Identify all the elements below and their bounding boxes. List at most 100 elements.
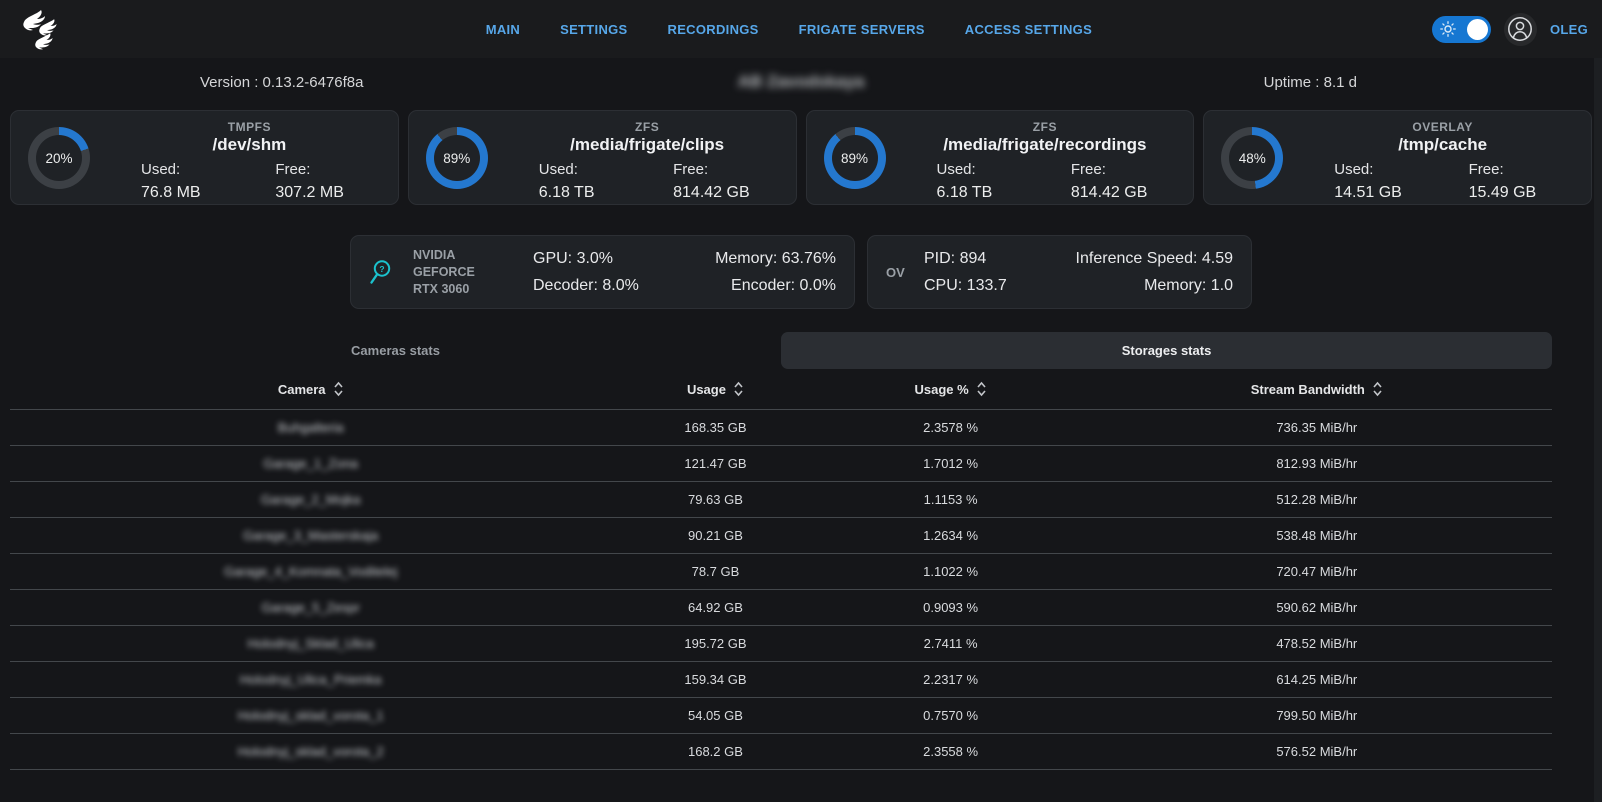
table-row: Garage_4_Komnata_Voditelej 78.7 GB 1.102… [10, 553, 1552, 589]
table-row: Holodnyj_sklad_vorota_2 168.2 GB 2.3558 … [10, 733, 1552, 769]
free-value: 814.42 GB [647, 181, 781, 205]
tab-cameras-stats[interactable]: Cameras stats [10, 332, 781, 369]
nav-right-controls: OLEG [1432, 13, 1588, 46]
nav-item-frigate-servers[interactable]: FRIGATE SERVERS [799, 22, 925, 37]
table-body: Buhgalteria 168.35 GB 2.3578 % 736.35 Mi… [10, 409, 1552, 769]
fs-type-label: ZFS [911, 120, 1180, 134]
free-value: 307.2 MB [249, 181, 383, 205]
usage-pct-cell: 2.3578 % [820, 420, 1082, 435]
used-value: 6.18 TB [513, 181, 647, 205]
usage-pct-cell: 1.7012 % [820, 456, 1082, 471]
username-label[interactable]: OLEG [1550, 22, 1588, 37]
info-row: Version : 0.13.2-6476f8a AB Zavodskaya U… [0, 58, 1602, 106]
bandwidth-cell: 576.52 MiB/hr [1082, 744, 1552, 759]
storage-cards: 20% TMPFS /dev/shm Used: Free: 76.8 MB 3… [10, 110, 1592, 205]
storage-card: 89% ZFS /media/frigate/recordings Used: … [806, 110, 1195, 205]
sort-icon [733, 381, 744, 397]
gpu-card: ? NVIDIA GEFORCE RTX 3060 GPU: 3.0% Deco… [350, 235, 855, 309]
stats-tabs: Cameras stats Storages stats [10, 332, 1552, 369]
usage-cell: 90.21 GB [611, 528, 819, 543]
donut-percent-label: 89% [841, 151, 868, 166]
storage-usage-donut: 20% [28, 127, 90, 189]
table-header-row: Camera Usage Usage % Stream Bandwidth [10, 369, 1552, 409]
nav-links: MAIN SETTINGS RECORDINGS FRIGATE SERVERS… [486, 0, 1092, 58]
theme-toggle[interactable] [1432, 16, 1491, 43]
table-row: Holodnyj_Sklad_Ulica 195.72 GB 2.7411 % … [10, 625, 1552, 661]
bandwidth-cell: 614.25 MiB/hr [1082, 672, 1552, 687]
gpu-memory-stat: Memory: 63.76% [715, 245, 836, 272]
version-label: Version : 0.13.2-6476f8a [200, 74, 363, 91]
camera-name-blurred: Holodnyj_Ulica_Priemka [10, 672, 611, 687]
storage-usage-donut: 89% [426, 127, 488, 189]
usage-cell: 54.05 GB [611, 708, 819, 723]
gpu-usage-stat: GPU: 3.0% [533, 245, 639, 272]
free-label: Free: [1443, 159, 1577, 181]
used-label: Used: [115, 159, 249, 181]
usage-cell: 195.72 GB [611, 636, 819, 651]
user-menu-button[interactable] [1504, 13, 1537, 46]
table-row: Garage_3_Masterskaja 90.21 GB 1.2634 % 5… [10, 517, 1552, 553]
table-row: Holodnyj_Ulica_Priemka 159.34 GB 2.2317 … [10, 661, 1552, 697]
camera-name-blurred: Buhgalteria [10, 420, 611, 435]
used-label: Used: [513, 159, 647, 181]
gpu-search-icon: ? [369, 257, 399, 287]
svg-text:?: ? [379, 264, 384, 274]
free-label: Free: [1045, 159, 1179, 181]
toggle-knob [1467, 19, 1488, 40]
bandwidth-cell: 538.48 MiB/hr [1082, 528, 1552, 543]
camera-name-blurred: Holodnyj_sklad_vorota_2 [10, 744, 611, 759]
nav-item-access-settings[interactable]: ACCESS SETTINGS [965, 22, 1092, 37]
bandwidth-cell: 720.47 MiB/hr [1082, 564, 1552, 579]
camera-name-blurred: Garage_4_Komnata_Voditelej [10, 564, 611, 579]
table-row: Garage_1_Zona 121.47 GB 1.7012 % 812.93 … [10, 445, 1552, 481]
storage-usage-donut: 89% [824, 127, 886, 189]
usage-pct-cell: 2.2317 % [820, 672, 1082, 687]
table-row: Garage_5_Zespr 64.92 GB 0.9093 % 590.62 … [10, 589, 1552, 625]
sort-icon [333, 381, 344, 397]
fs-type-label: OVERLAY [1308, 120, 1577, 134]
usage-pct-cell: 1.1153 % [820, 492, 1082, 507]
table-row: Buhgalteria 168.35 GB 2.3578 % 736.35 Mi… [10, 409, 1552, 445]
usage-cell: 79.63 GB [611, 492, 819, 507]
fs-type-label: TMPFS [115, 120, 384, 134]
usage-pct-cell: 0.7570 % [820, 708, 1082, 723]
column-header-usage[interactable]: Usage [687, 381, 744, 397]
user-icon [1507, 16, 1533, 42]
camera-name-blurred: Garage_2_Mojka [10, 492, 611, 507]
usage-cell: 121.47 GB [611, 456, 819, 471]
bandwidth-cell: 799.50 MiB/hr [1082, 708, 1552, 723]
used-label: Used: [911, 159, 1045, 181]
free-label: Free: [647, 159, 781, 181]
nav-item-recordings[interactable]: RECORDINGS [668, 22, 759, 37]
usage-pct-cell: 2.7411 % [820, 636, 1082, 651]
nav-item-settings[interactable]: SETTINGS [560, 22, 627, 37]
bandwidth-cell: 590.62 MiB/hr [1082, 600, 1552, 615]
usage-cell: 78.7 GB [611, 564, 819, 579]
usage-cell: 168.35 GB [611, 420, 819, 435]
fs-type-label: ZFS [513, 120, 782, 134]
gpu-encoder-stat: Encoder: 0.0% [715, 272, 836, 299]
used-value: 14.51 GB [1308, 181, 1442, 205]
detector-inference-stat: Inference Speed: 4.59 [1076, 245, 1233, 272]
free-label: Free: [249, 159, 383, 181]
usage-cell: 168.2 GB [611, 744, 819, 759]
scrollbar[interactable] [1594, 58, 1602, 802]
column-header-stream-bandwidth[interactable]: Stream Bandwidth [1251, 381, 1383, 397]
column-header-camera[interactable]: Camera [278, 381, 344, 397]
used-value: 76.8 MB [115, 181, 249, 205]
donut-percent-label: 20% [45, 151, 72, 166]
column-header-usage-pct[interactable]: Usage % [914, 381, 986, 397]
used-label: Used: [1308, 159, 1442, 181]
tab-storages-stats[interactable]: Storages stats [781, 332, 1552, 369]
nav-item-main[interactable]: MAIN [486, 22, 520, 37]
donut-percent-label: 48% [1239, 151, 1266, 166]
detector-card: OV PID: 894 CPU: 133.7 Inference Speed: … [867, 235, 1252, 309]
bandwidth-cell: 512.28 MiB/hr [1082, 492, 1552, 507]
gpu-name-label: NVIDIA GEFORCE RTX 3060 [413, 247, 519, 298]
mount-path-label: /media/frigate/clips [513, 135, 782, 155]
sort-icon [1372, 381, 1383, 397]
camera-name-blurred: Garage_5_Zespr [10, 600, 611, 615]
frigate-logo-icon [16, 6, 62, 52]
usage-pct-cell: 1.1022 % [820, 564, 1082, 579]
uptime-label: Uptime : 8.1 d [1264, 74, 1357, 91]
